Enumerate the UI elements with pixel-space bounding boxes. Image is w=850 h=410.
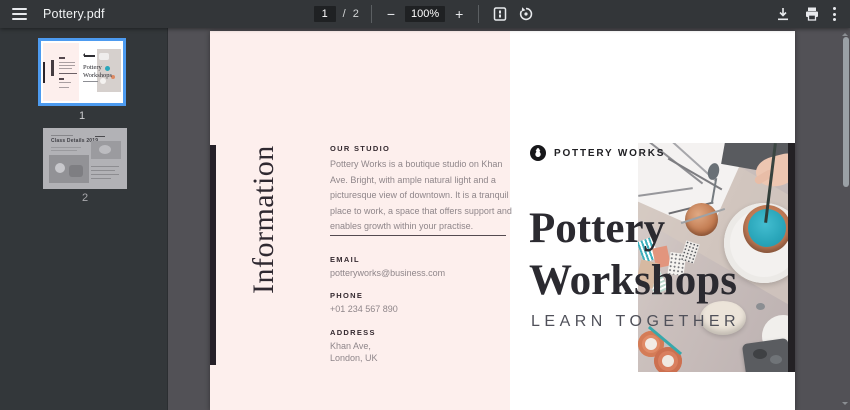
address-line2: London, UK xyxy=(330,353,378,363)
cover-title: Pottery Workshops xyxy=(529,203,737,307)
scroll-up-arrow-icon[interactable] xyxy=(842,30,848,36)
cover-subtitle: LEARN TOGETHER xyxy=(531,313,740,331)
address-line1: Khan Ave, xyxy=(330,341,371,351)
pdf-scroll-area[interactable]: Information OUR STUDIO Pottery Works is … xyxy=(168,28,850,410)
vertical-section-title: Information xyxy=(242,135,286,305)
thumb-spine-bar xyxy=(43,62,45,83)
thumb-photo-block xyxy=(49,155,89,183)
thumb-text-line xyxy=(91,166,119,167)
photo-pebble xyxy=(756,303,765,310)
page-divider: / xyxy=(343,8,346,20)
thumb-text-line xyxy=(51,135,73,136)
zoom-level: 100% xyxy=(405,6,445,22)
address-heading: ADDRESS xyxy=(330,328,376,337)
thumbnail-page-2[interactable]: Class Details 2019 xyxy=(43,128,127,189)
zoom-in-button[interactable]: + xyxy=(452,7,466,21)
studio-heading: OUR STUDIO xyxy=(330,144,390,153)
thumb-vertical-title-mark xyxy=(51,60,54,76)
download-icon xyxy=(775,6,791,22)
vertical-scrollbar[interactable] xyxy=(841,28,850,410)
thumb-text-line xyxy=(59,57,65,59)
page-count: 2 xyxy=(353,8,359,20)
kebab-menu-icon xyxy=(833,7,836,21)
toolbar-right xyxy=(773,4,850,24)
thumb-logo-mark xyxy=(95,136,105,137)
thumbnail-2-label: 2 xyxy=(43,192,127,204)
brand-name: POTTERY WORKS xyxy=(554,148,665,159)
pdf-viewer-window: Pottery.pdf / 2 − 100% + xyxy=(0,0,850,410)
thumb-divider-line xyxy=(59,73,77,74)
photo-stone xyxy=(753,349,767,359)
phone-value: +01 234 567 890 xyxy=(330,304,398,314)
thumbnail-1-label: 1 xyxy=(38,110,126,122)
viewer-content: Pottery Workshops 1 Class Details 2019 xyxy=(0,28,850,410)
cover-title-line2: Workshops xyxy=(529,255,737,307)
phone-heading: PHONE xyxy=(330,291,363,300)
thumb-title-line2: Workshops xyxy=(83,72,112,80)
info-divider xyxy=(330,235,506,236)
toolbar-center: / 2 − 100% + xyxy=(314,4,537,24)
studio-body: Pottery Works is a boutique studio on Kh… xyxy=(330,157,514,235)
thumb-text-line xyxy=(59,62,75,63)
zoom-out-button[interactable]: − xyxy=(384,7,398,21)
fit-page-icon xyxy=(493,6,507,22)
thumb-text-line xyxy=(59,78,64,80)
toolbar-separator xyxy=(371,5,372,23)
scroll-down-arrow-icon[interactable] xyxy=(842,402,848,408)
thumb-text-line xyxy=(59,65,75,66)
thumb-text-line xyxy=(59,68,72,69)
thumb-text-line xyxy=(91,170,115,171)
brand-logo: POTTERY WORKS xyxy=(530,145,665,161)
thumb-text-line xyxy=(51,147,81,148)
toolbar-left: Pottery.pdf xyxy=(0,6,105,22)
pottery-works-logo-icon xyxy=(530,145,546,161)
thumb-logo-mark xyxy=(84,55,95,57)
thumbnail-sidebar: Pottery Workshops 1 Class Details 2019 xyxy=(0,28,168,410)
page-edge-shadow xyxy=(788,143,795,372)
thumb-subtitle-line xyxy=(83,81,98,82)
print-icon xyxy=(804,6,820,22)
email-heading: EMAIL xyxy=(330,255,360,264)
thumb-text-line xyxy=(59,82,71,83)
cover-title-line1: Pottery xyxy=(529,203,737,255)
thumb-title-line1: Pottery xyxy=(83,64,112,72)
photo-stone xyxy=(770,355,782,364)
page-number-input[interactable] xyxy=(314,6,336,22)
more-options-button[interactable] xyxy=(831,5,838,23)
rotate-button[interactable] xyxy=(516,4,536,24)
thumb-text-line xyxy=(91,178,111,179)
spine-bar xyxy=(210,145,216,365)
pdf-toolbar: Pottery.pdf / 2 − 100% + xyxy=(0,0,850,28)
thumb-photo-block xyxy=(91,141,121,159)
email-value: potteryworks@business.com xyxy=(330,268,445,278)
download-button[interactable] xyxy=(773,4,793,24)
thumb-cover-title: Pottery Workshops xyxy=(83,64,112,79)
thumb-text-line xyxy=(59,87,69,88)
thumb-pink-panel xyxy=(43,43,79,101)
hamburger-icon xyxy=(12,8,27,20)
fit-page-button[interactable] xyxy=(491,4,509,24)
print-button[interactable] xyxy=(802,4,822,24)
thumbnail-1-preview: Pottery Workshops xyxy=(43,43,121,101)
scrollbar-thumb[interactable] xyxy=(843,37,849,187)
pdf-page-1: Information OUR STUDIO Pottery Works is … xyxy=(210,31,795,410)
thumb-text-line xyxy=(91,174,119,175)
document-title: Pottery.pdf xyxy=(43,7,105,21)
thumb-text-line xyxy=(51,150,77,151)
rotate-icon xyxy=(518,6,534,22)
toolbar-separator xyxy=(478,5,479,23)
thumbnail-page-1[interactable]: Pottery Workshops xyxy=(38,38,126,106)
menu-button[interactable] xyxy=(10,6,29,22)
